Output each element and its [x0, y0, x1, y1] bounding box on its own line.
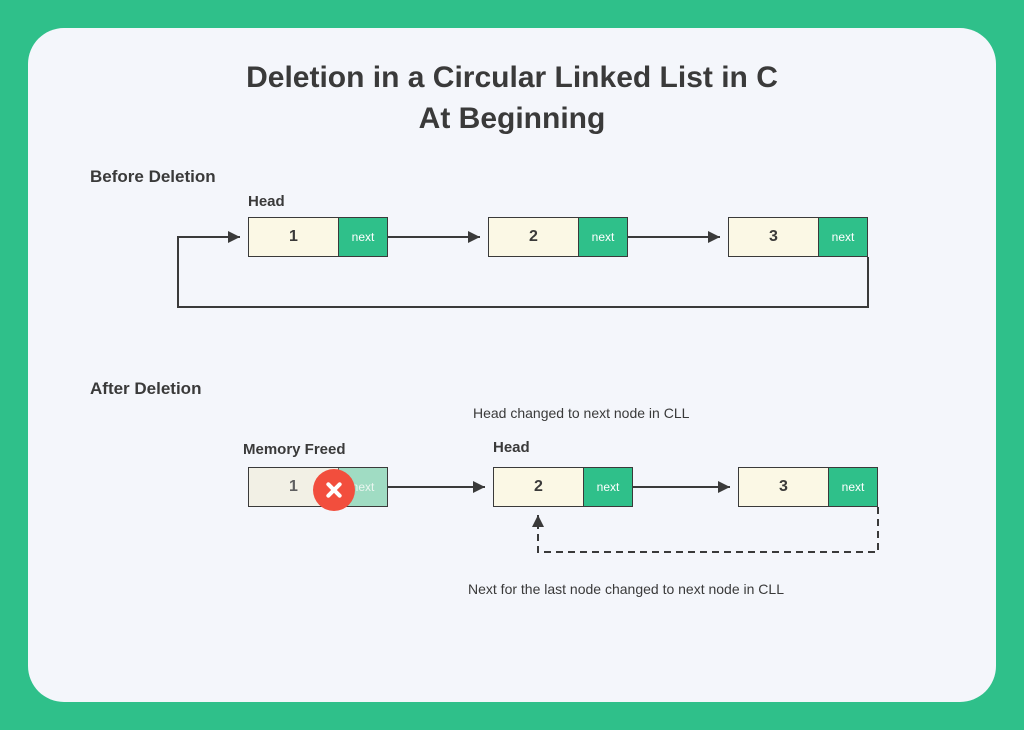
title-line-2: At Beginning	[419, 102, 606, 135]
node-next: next	[829, 468, 877, 506]
node-3-after: 3 next	[738, 467, 878, 507]
node-value: 2	[494, 468, 584, 506]
content-card: Deletion in a Circular Linked List in C …	[28, 28, 996, 702]
memory-freed-label: Memory Freed	[243, 441, 346, 458]
before-label: Before Deletion	[90, 167, 956, 187]
after-diagram: Head changed to next node in CLL Memory …	[68, 399, 956, 629]
head-changed-label: Head changed to next node in CLL	[473, 405, 689, 421]
page-title: Deletion in a Circular Linked List in C …	[68, 58, 956, 139]
after-label: After Deletion	[90, 379, 956, 399]
arrow-deleted-to-2	[388, 483, 493, 495]
node-next: next	[584, 468, 632, 506]
head-label-before: Head	[248, 193, 285, 210]
node-value: 3	[739, 468, 829, 506]
title-line-1: Deletion in a Circular Linked List in C	[246, 61, 778, 94]
node-2-after: 2 next	[493, 467, 633, 507]
arrow-2-3-after	[633, 483, 738, 495]
delete-icon	[313, 469, 355, 511]
before-diagram: Head 1 next 2 next 3 next	[68, 187, 956, 367]
arrow-loop-back	[168, 217, 898, 327]
head-label-after: Head	[493, 439, 530, 456]
arrow-loop-dashed	[528, 507, 888, 577]
last-changed-label: Next for the last node changed to next n…	[468, 581, 784, 597]
